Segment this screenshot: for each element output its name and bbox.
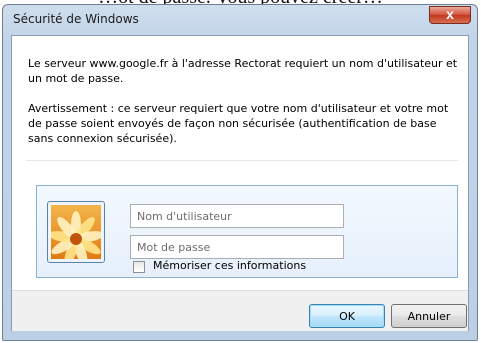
security-warning: Avertissement : ce serveur requiert que …	[28, 102, 449, 145]
server-message: Le serveur www.google.fr à l'adresse Rec…	[28, 57, 458, 85]
remember-checkbox[interactable]	[133, 261, 145, 273]
divider	[26, 160, 458, 161]
dialog-body: Le serveur www.google.fr à l'adresse Rec…	[11, 35, 469, 331]
close-icon: x	[446, 6, 454, 22]
cancel-button[interactable]: Annuler	[391, 304, 467, 328]
credentials-panel: Mémoriser ces informations	[36, 185, 458, 278]
title-bar[interactable]: Sécurité de Windows x	[3, 5, 477, 35]
remember-label[interactable]: Mémoriser ces informations	[153, 259, 306, 272]
window-title: Sécurité de Windows	[13, 12, 139, 26]
ok-button[interactable]: OK	[309, 304, 385, 328]
close-button[interactable]: x	[429, 6, 471, 24]
flower-user-tile-icon	[47, 201, 105, 263]
password-input[interactable]	[130, 235, 344, 259]
security-dialog: Sécurité de Windows x Le serveur www.goo…	[2, 4, 478, 341]
username-input[interactable]	[130, 204, 344, 228]
button-bar: OK Annuler	[12, 290, 468, 331]
